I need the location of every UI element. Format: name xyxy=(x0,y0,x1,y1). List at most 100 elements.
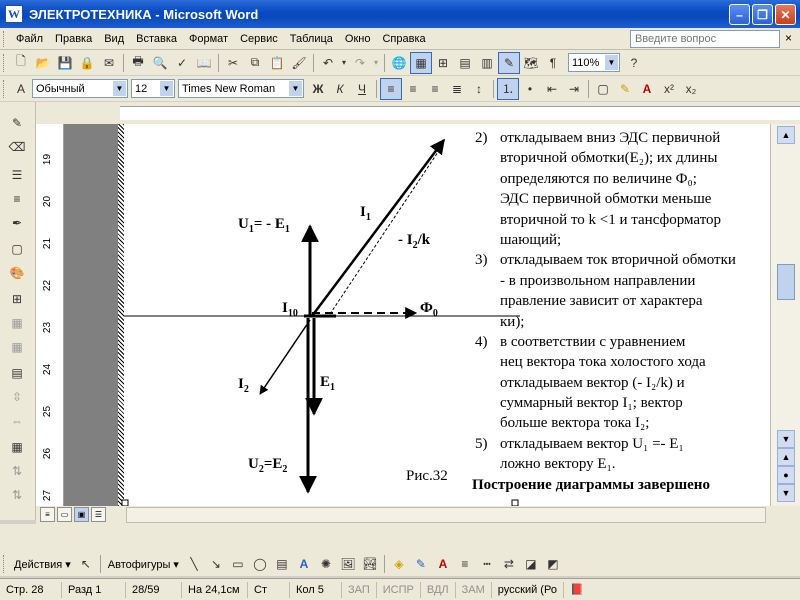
text-direction-icon[interactable]: ⇅ xyxy=(6,460,28,482)
copy-icon[interactable]: ⧉ xyxy=(244,52,266,74)
paste-icon[interactable]: 📋 xyxy=(266,52,288,74)
help-icon[interactable]: ? xyxy=(623,52,645,74)
eraser-icon[interactable]: ⌫ xyxy=(6,136,28,158)
select-objects-icon[interactable]: ↖ xyxy=(75,553,97,575)
redo-dropdown-icon[interactable]: ▾ xyxy=(371,52,381,74)
outside-border-icon[interactable]: ▢ xyxy=(6,238,28,260)
highlight-icon[interactable]: ✎ xyxy=(614,78,636,100)
document-text[interactable]: 2) откладываем вниз ЭДС первичной вторичн… xyxy=(472,128,770,495)
spelling-status-icon[interactable]: 📕 xyxy=(564,582,590,598)
line-style-icon[interactable]: ☰ xyxy=(6,164,28,186)
justify-icon[interactable]: ≣ xyxy=(446,78,468,100)
email-icon[interactable]: ✉ xyxy=(98,52,120,74)
font-select[interactable]: Times New Roman ▼ xyxy=(178,79,304,98)
print-layout-icon[interactable]: ▣ xyxy=(74,507,89,522)
shading-color-icon[interactable]: 🎨 xyxy=(6,262,28,284)
menu-table[interactable]: Таблица xyxy=(284,33,339,45)
menu-tools[interactable]: Сервис xyxy=(234,33,284,45)
toolbar-grip[interactable] xyxy=(3,79,6,98)
superscript-icon[interactable]: x² xyxy=(658,78,680,100)
next-page-icon[interactable]: ▼ xyxy=(777,484,795,502)
show-hide-icon[interactable]: ¶ xyxy=(542,52,564,74)
split-cells-icon[interactable]: ▦ xyxy=(6,336,28,358)
autoformat-icon[interactable]: ▦ xyxy=(6,436,28,458)
permission-icon[interactable]: 🔒 xyxy=(76,52,98,74)
scroll-thumb[interactable] xyxy=(777,264,795,300)
line-weight-icon[interactable]: ≡ xyxy=(6,188,28,210)
textbox-tool-icon[interactable]: ▤ xyxy=(271,553,293,575)
autoshapes-menu[interactable]: Автофигуры ▾ xyxy=(104,558,183,571)
borders-icon[interactable]: ▢ xyxy=(592,78,614,100)
draw-actions-menu[interactable]: Действия ▾ xyxy=(10,558,75,571)
line-style-icon[interactable]: ≡ xyxy=(454,553,476,575)
insert-table-icon[interactable]: ⊞ xyxy=(6,288,28,310)
close-button[interactable]: ✕ xyxy=(775,4,796,25)
toolbar-grip[interactable] xyxy=(3,555,6,573)
bullets-icon[interactable]: • xyxy=(519,78,541,100)
scroll-down-icon[interactable]: ▼ xyxy=(777,430,795,448)
menu-window[interactable]: Окно xyxy=(339,33,377,45)
distribute-rows-icon[interactable]: ⇳ xyxy=(6,386,28,408)
print-icon[interactable]: 🖶 xyxy=(127,52,149,74)
word-app-icon[interactable]: W xyxy=(5,5,23,23)
oval-tool-icon[interactable]: ◯ xyxy=(249,553,271,575)
styles-pane-icon[interactable]: A xyxy=(10,78,32,100)
line-color-icon[interactable]: ✎ xyxy=(410,553,432,575)
underline-button[interactable]: Ч xyxy=(351,78,373,100)
web-view-icon[interactable]: ▭ xyxy=(57,507,72,522)
merge-cells-icon[interactable]: ▦ xyxy=(6,312,28,334)
arrow-tool-icon[interactable]: ↘ xyxy=(205,553,227,575)
research-icon[interactable]: 📖 xyxy=(193,52,215,74)
font-size-select[interactable]: 12 ▼ xyxy=(131,79,175,98)
horizontal-scroll-track[interactable] xyxy=(126,507,766,523)
dash-style-icon[interactable]: ┅ xyxy=(476,553,498,575)
distribute-columns-icon[interactable]: ⇔ xyxy=(6,410,28,432)
insert-excel-icon[interactable]: ▤ xyxy=(454,52,476,74)
status-track[interactable]: ИСПР xyxy=(377,581,421,598)
zoom-select[interactable]: 110% ▼ xyxy=(568,53,620,72)
save-icon[interactable]: 💾 xyxy=(54,52,76,74)
drawing-icon[interactable]: ✎ xyxy=(498,51,520,74)
help-question-input[interactable] xyxy=(630,30,780,48)
line-tool-icon[interactable]: ╲ xyxy=(183,553,205,575)
border-color-icon[interactable]: ✒ xyxy=(6,212,28,234)
print-preview-icon[interactable]: 🔍 xyxy=(149,52,171,74)
menu-view[interactable]: Вид xyxy=(98,33,130,45)
menu-edit[interactable]: Правка xyxy=(49,33,98,45)
close-document-icon[interactable]: × xyxy=(785,31,792,45)
font-color-icon[interactable]: A xyxy=(432,553,454,575)
toolbar-grip[interactable] xyxy=(3,53,6,72)
new-document-icon[interactable]: 🗋 xyxy=(10,52,32,74)
spelling-icon[interactable]: ✓ xyxy=(171,52,193,74)
style-select[interactable]: Обычный ▼ xyxy=(32,79,128,98)
insert-table-icon[interactable]: ⊞ xyxy=(432,52,454,74)
picture-icon[interactable]: 🏞 xyxy=(359,553,381,575)
line-spacing-icon[interactable]: ↕ xyxy=(468,78,490,100)
font-color-icon[interactable]: A xyxy=(636,78,658,100)
status-extend[interactable]: ВДЛ xyxy=(421,581,456,598)
cut-icon[interactable]: ✂ xyxy=(222,52,244,74)
increase-indent-icon[interactable]: ⇥ xyxy=(563,78,585,100)
align-left-icon[interactable]: ≡ xyxy=(380,77,402,100)
menu-file[interactable]: Файл xyxy=(10,33,49,45)
italic-button[interactable]: К xyxy=(329,78,351,100)
align-right-icon[interactable]: ≡ xyxy=(424,78,446,100)
align-cell-icon[interactable]: ▤ xyxy=(6,362,28,384)
vertical-scrollbar[interactable]: ▲ ▼ ▲ ● ▼ xyxy=(770,124,800,506)
rectangle-tool-icon[interactable]: ▭ xyxy=(227,553,249,575)
subscript-icon[interactable]: x₂ xyxy=(680,78,702,100)
bold-button[interactable]: Ж xyxy=(307,78,329,100)
columns-icon[interactable]: ▥ xyxy=(476,52,498,74)
undo-icon[interactable]: ↶ xyxy=(317,52,339,74)
menu-help[interactable]: Справка xyxy=(376,33,431,45)
scroll-up-icon[interactable]: ▲ xyxy=(777,126,795,144)
minimize-button[interactable]: – xyxy=(729,4,750,25)
maximize-button[interactable]: ❐ xyxy=(752,4,773,25)
format-painter-icon[interactable]: 🖌 xyxy=(288,52,310,74)
prev-page-icon[interactable]: ▲ xyxy=(777,448,795,466)
sort-icon[interactable]: ⇅ xyxy=(6,484,28,506)
status-overtype[interactable]: ЗАМ xyxy=(456,581,492,598)
wordart-icon[interactable]: A xyxy=(293,553,315,575)
redo-icon[interactable]: ↷ xyxy=(349,52,371,74)
3d-icon[interactable]: ◩ xyxy=(542,553,564,575)
